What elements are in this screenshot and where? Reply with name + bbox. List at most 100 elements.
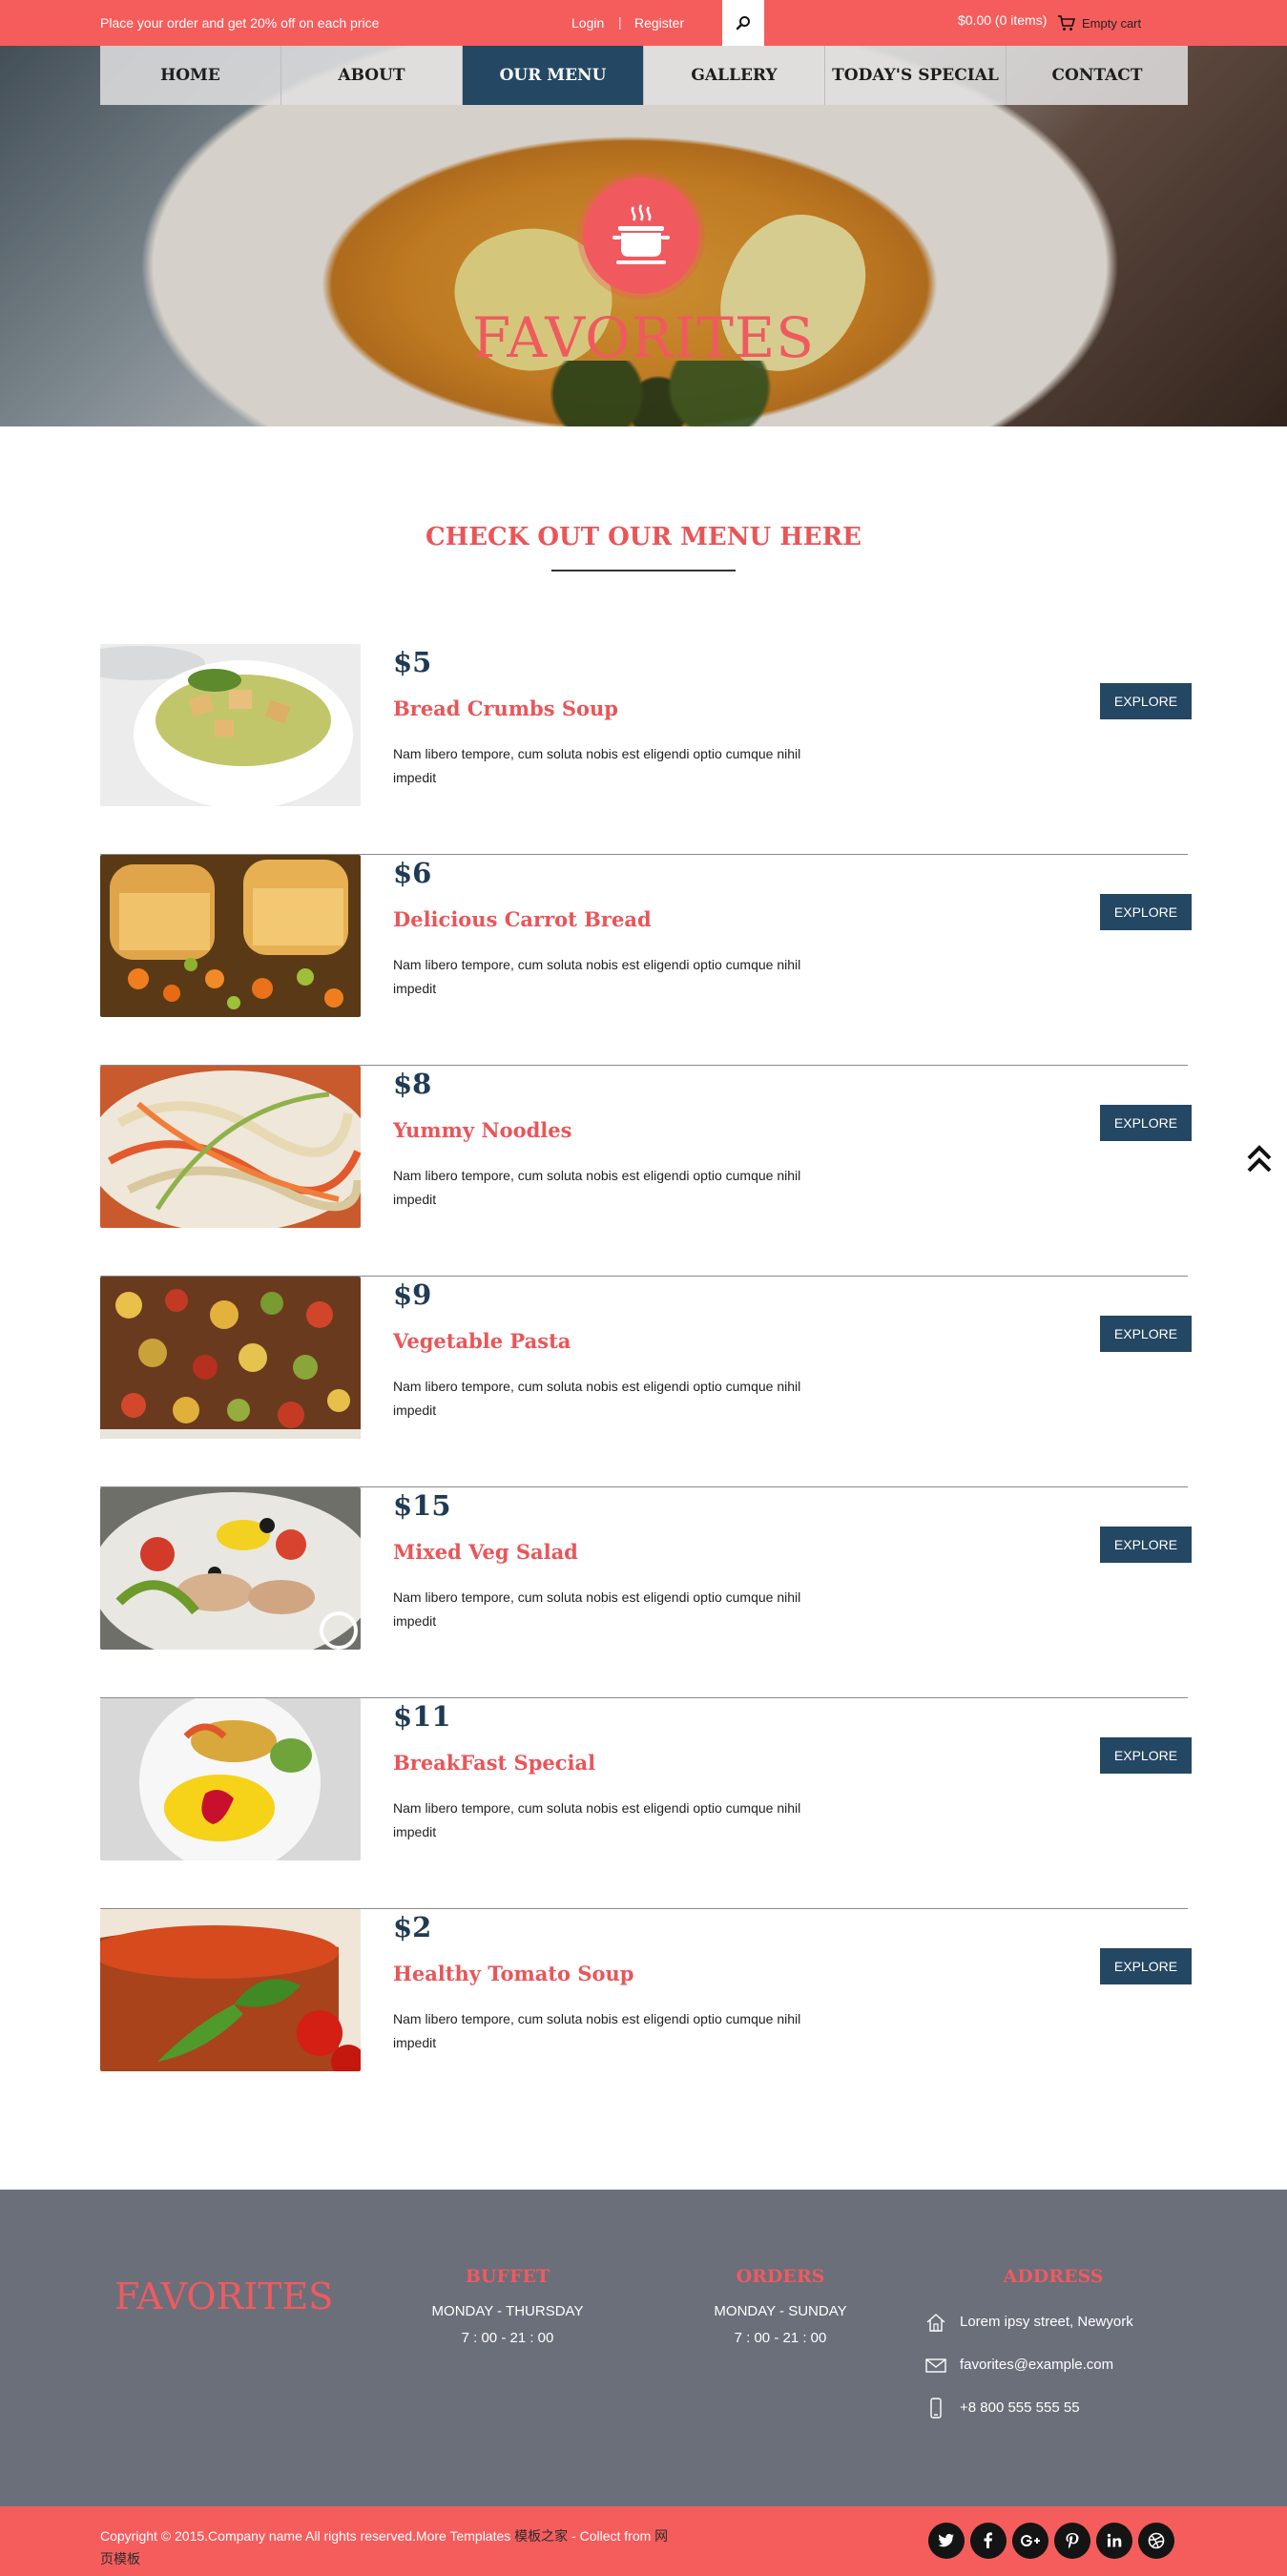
menu-item-price: $15 [393, 1489, 451, 1522]
menu-item-price: $8 [393, 1068, 432, 1100]
menu-item-image[interactable] [100, 1066, 361, 1228]
promo-text: Place your order and get 20% off on each… [100, 15, 380, 31]
dribbble-icon[interactable] [1138, 2523, 1174, 2559]
menu-item-name[interactable]: Mixed Veg Salad [393, 1540, 578, 1564]
order-hours: ORDERS MONDAY - SUNDAY 7 : 00 - 21 : 00 [652, 2266, 909, 2352]
main-nav: HOME ABOUT OUR MENU GALLERY TODAY'S SPEC… [100, 46, 1188, 105]
orders-days: MONDAY - SUNDAY [714, 2303, 847, 2319]
heading-divider [551, 570, 736, 571]
footer-brand[interactable]: FAVORITES [114, 2275, 333, 2317]
twitter-icon[interactable] [928, 2523, 965, 2559]
logo-badge[interactable] [583, 177, 699, 294]
login-link[interactable]: Login [571, 15, 604, 31]
buffet-hours: BUFFET MONDAY - THURSDAY 7 : 00 - 21 : 0… [379, 2266, 636, 2352]
address-title: ADDRESS [1003, 2266, 1104, 2287]
phone-number: +8 800 555 555 55 [960, 2399, 1080, 2416]
empty-cart-link[interactable]: Empty cart [1082, 16, 1141, 31]
menu-item: $11 BreakFast Special Nam libero tempore… [100, 1698, 1192, 1909]
menu-item: $2 Healthy Tomato Soup Nam libero tempor… [100, 1909, 1192, 2120]
menu-item: $8 Yummy Noodles Nam libero tempore, cum… [100, 1066, 1192, 1277]
menu-item-description: Nam libero tempore, cum soluta nobis est… [393, 1379, 801, 1418]
menu-item: $15 Mixed Veg Salad Nam libero tempore, … [100, 1487, 1192, 1698]
buffet-title: BUFFET [465, 2266, 550, 2287]
scroll-to-top-icon[interactable] [1247, 1143, 1272, 1175]
page: Place your order and get 20% off on each… [0, 0, 1287, 2576]
orders-title: ORDERS [736, 2266, 825, 2287]
cooking-pot-icon [612, 204, 670, 264]
menu-item-description: Nam libero tempore, cum soluta nobis est… [393, 746, 801, 785]
menu-item-name[interactable]: Vegetable Pasta [393, 1329, 571, 1353]
copyright-mid: - Collect from [568, 2528, 655, 2544]
menu-item: $9 Vegetable Pasta Nam libero tempore, c… [100, 1277, 1192, 1487]
register-link[interactable]: Register [634, 15, 684, 31]
menu-item-description: Nam libero tempore, cum soluta nobis est… [393, 1168, 801, 1207]
search-button[interactable] [722, 0, 764, 46]
copyright-text: Copyright © 2015.Company name All rights… [100, 2524, 673, 2570]
menu-item-price: $2 [393, 1911, 432, 1943]
menu-item-description: Nam libero tempore, cum soluta nobis est… [393, 2011, 801, 2050]
street-address: Lorem ipsy street, Newyork [960, 2314, 1133, 2330]
explore-button[interactable]: EXPLORE [1100, 894, 1192, 930]
phone-icon [930, 2397, 942, 2419]
explore-button[interactable]: EXPLORE [1100, 683, 1192, 719]
cart-icon[interactable] [1057, 13, 1076, 32]
copyright-bar: Copyright © 2015.Company name All rights… [0, 2506, 1287, 2576]
social-links [928, 2523, 1180, 2559]
google-plus-icon[interactable] [1012, 2523, 1048, 2559]
home-icon [926, 2313, 945, 2332]
explore-button[interactable]: EXPLORE [1100, 1527, 1192, 1563]
menu-item-name[interactable]: BreakFast Special [393, 1751, 595, 1775]
explore-button[interactable]: EXPLORE [1100, 1737, 1192, 1774]
menu-item-price: $9 [393, 1278, 432, 1311]
menu-list: $5 Bread Crumbs Soup Nam libero tempore,… [100, 644, 1192, 2120]
menu-item-image[interactable] [100, 1909, 361, 2071]
menu-item-name[interactable]: Delicious Carrot Bread [393, 907, 652, 931]
explore-button[interactable]: EXPLORE [1100, 1948, 1192, 1984]
menu-item: $5 Bread Crumbs Soup Nam libero tempore,… [100, 644, 1192, 855]
nav-item-gallery[interactable]: GALLERY [644, 46, 825, 105]
menu-item-price: $11 [393, 1700, 451, 1733]
explore-button[interactable]: EXPLORE [1100, 1316, 1192, 1352]
pinterest-icon[interactable] [1054, 2523, 1090, 2559]
menu-item: $6 Delicious Carrot Bread Nam libero tem… [100, 855, 1192, 1066]
menu-heading: CHECK OUT OUR MENU HERE [425, 523, 862, 551]
nav-item-our-menu[interactable]: OUR MENU [463, 46, 644, 105]
menu-item-image[interactable] [100, 1698, 361, 1860]
menu-item-image[interactable] [100, 855, 361, 1017]
buffet-time: 7 : 00 - 21 : 00 [461, 2330, 554, 2346]
nav-item-about[interactable]: ABOUT [281, 46, 463, 105]
nav-item-todays-special[interactable]: TODAY'S SPECIAL [825, 46, 1007, 105]
facebook-icon[interactable] [970, 2523, 1007, 2559]
footer: FAVORITES BUFFET MONDAY - THURSDAY 7 : 0… [0, 2190, 1287, 2506]
nav-item-home[interactable]: HOME [100, 46, 281, 105]
menu-item-description: Nam libero tempore, cum soluta nobis est… [393, 1800, 801, 1839]
menu-item-name[interactable]: Yummy Noodles [393, 1118, 571, 1142]
menu-item-image[interactable] [100, 644, 361, 806]
cart-total[interactable]: $0.00 (0 items) [958, 12, 1047, 28]
copyright-main: Copyright © 2015.Company name All rights… [100, 2528, 515, 2544]
linkedin-icon[interactable] [1096, 2523, 1132, 2559]
menu-item-price: $6 [393, 857, 432, 889]
search-icon [736, 16, 750, 31]
email-line: favorites@example.com [925, 2343, 1212, 2386]
link-separator: | [618, 14, 622, 30]
buffet-days: MONDAY - THURSDAY [431, 2303, 584, 2319]
templates-link[interactable]: 模板之家 [514, 2528, 568, 2544]
phone-line: +8 800 555 555 55 [925, 2386, 1212, 2429]
email-address[interactable]: favorites@example.com [960, 2357, 1113, 2373]
nav-item-contact[interactable]: CONTACT [1007, 46, 1188, 105]
address-block: ADDRESS Lorem ipsy street, Newyork favor… [925, 2266, 1212, 2429]
menu-item-image[interactable] [100, 1277, 361, 1439]
menu-item-description: Nam libero tempore, cum soluta nobis est… [393, 957, 801, 996]
explore-button[interactable]: EXPLORE [1100, 1105, 1192, 1141]
menu-item-name[interactable]: Bread Crumbs Soup [393, 696, 618, 720]
menu-item-description: Nam libero tempore, cum soluta nobis est… [393, 1589, 801, 1629]
orders-time: 7 : 00 - 21 : 00 [734, 2330, 827, 2346]
envelope-icon [925, 2358, 946, 2373]
hero-title: FAVORITES [472, 305, 815, 370]
menu-item-name[interactable]: Healthy Tomato Soup [393, 1962, 633, 1985]
address-line: Lorem ipsy street, Newyork [925, 2300, 1212, 2343]
menu-item-price: $5 [393, 646, 432, 678]
top-bar: Place your order and get 20% off on each… [0, 0, 1287, 46]
menu-item-image[interactable] [100, 1487, 361, 1650]
